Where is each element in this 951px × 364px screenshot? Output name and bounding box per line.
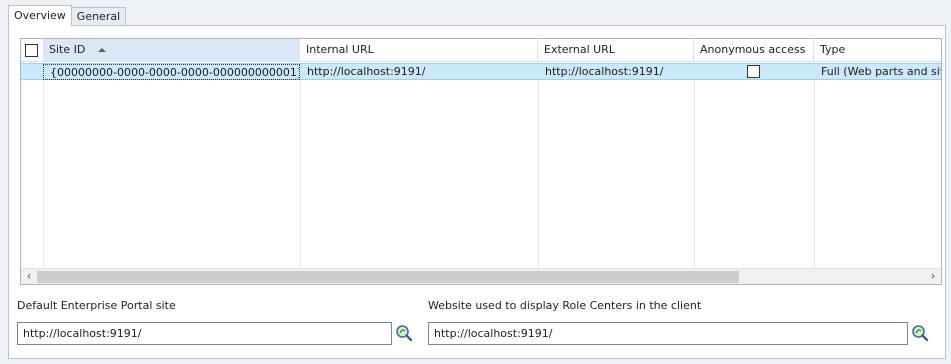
column-header-type[interactable]: Type [814, 39, 941, 62]
cell-type[interactable]: Full (Web parts and site [815, 64, 941, 80]
column-header-anonymous-access[interactable]: Anonymous access [694, 39, 814, 62]
role-center-site-field[interactable]: http://localhost:9191/ [428, 322, 908, 345]
cell-site-id[interactable]: {00000000-0000-0000-0000-000000000001} [43, 64, 300, 80]
scroll-right-icon[interactable]: › [925, 269, 941, 284]
default-portal-label: Default Enterprise Portal site [17, 299, 176, 312]
table-row[interactable]: {00000000-0000-0000-0000-000000000001} h… [21, 63, 941, 80]
scrollbar-thumb[interactable] [37, 271, 739, 283]
tab-overview[interactable]: Overview [8, 5, 72, 26]
sites-grid: Site ID Internal URL External URL Anonym… [20, 38, 942, 285]
lookup-magnifier-icon[interactable] [911, 324, 929, 342]
anonymous-access-checkbox[interactable] [747, 65, 760, 78]
column-divider [300, 62, 301, 268]
select-all-checkbox[interactable] [25, 44, 38, 57]
default-portal-field[interactable]: http://localhost:9191/ [17, 322, 392, 345]
overview-panel: Site ID Internal URL External URL Anonym… [8, 25, 946, 359]
column-header-external-url[interactable]: External URL [538, 39, 694, 62]
column-divider [43, 62, 44, 268]
cell-internal-url[interactable]: http://localhost:9191/ [301, 64, 538, 80]
role-center-site-label: Website used to display Role Centers in … [428, 299, 702, 312]
lookup-magnifier-icon[interactable] [395, 324, 413, 342]
cell-external-url[interactable]: http://localhost:9191/ [539, 64, 694, 80]
column-header-site-id[interactable]: Site ID [43, 39, 300, 62]
horizontal-scrollbar[interactable]: ‹ › [21, 268, 941, 284]
grid-header: Site ID Internal URL External URL Anonym… [21, 39, 941, 62]
column-divider [538, 62, 539, 268]
tab-strip: Overview General [8, 5, 127, 26]
column-divider [814, 62, 815, 268]
column-header-label: Site ID [49, 43, 86, 56]
scroll-left-icon[interactable]: ‹ [21, 269, 37, 284]
column-divider [694, 62, 695, 268]
tab-general[interactable]: General [70, 7, 127, 26]
sort-ascending-icon [98, 48, 106, 52]
column-header-internal-url[interactable]: Internal URL [300, 39, 538, 62]
